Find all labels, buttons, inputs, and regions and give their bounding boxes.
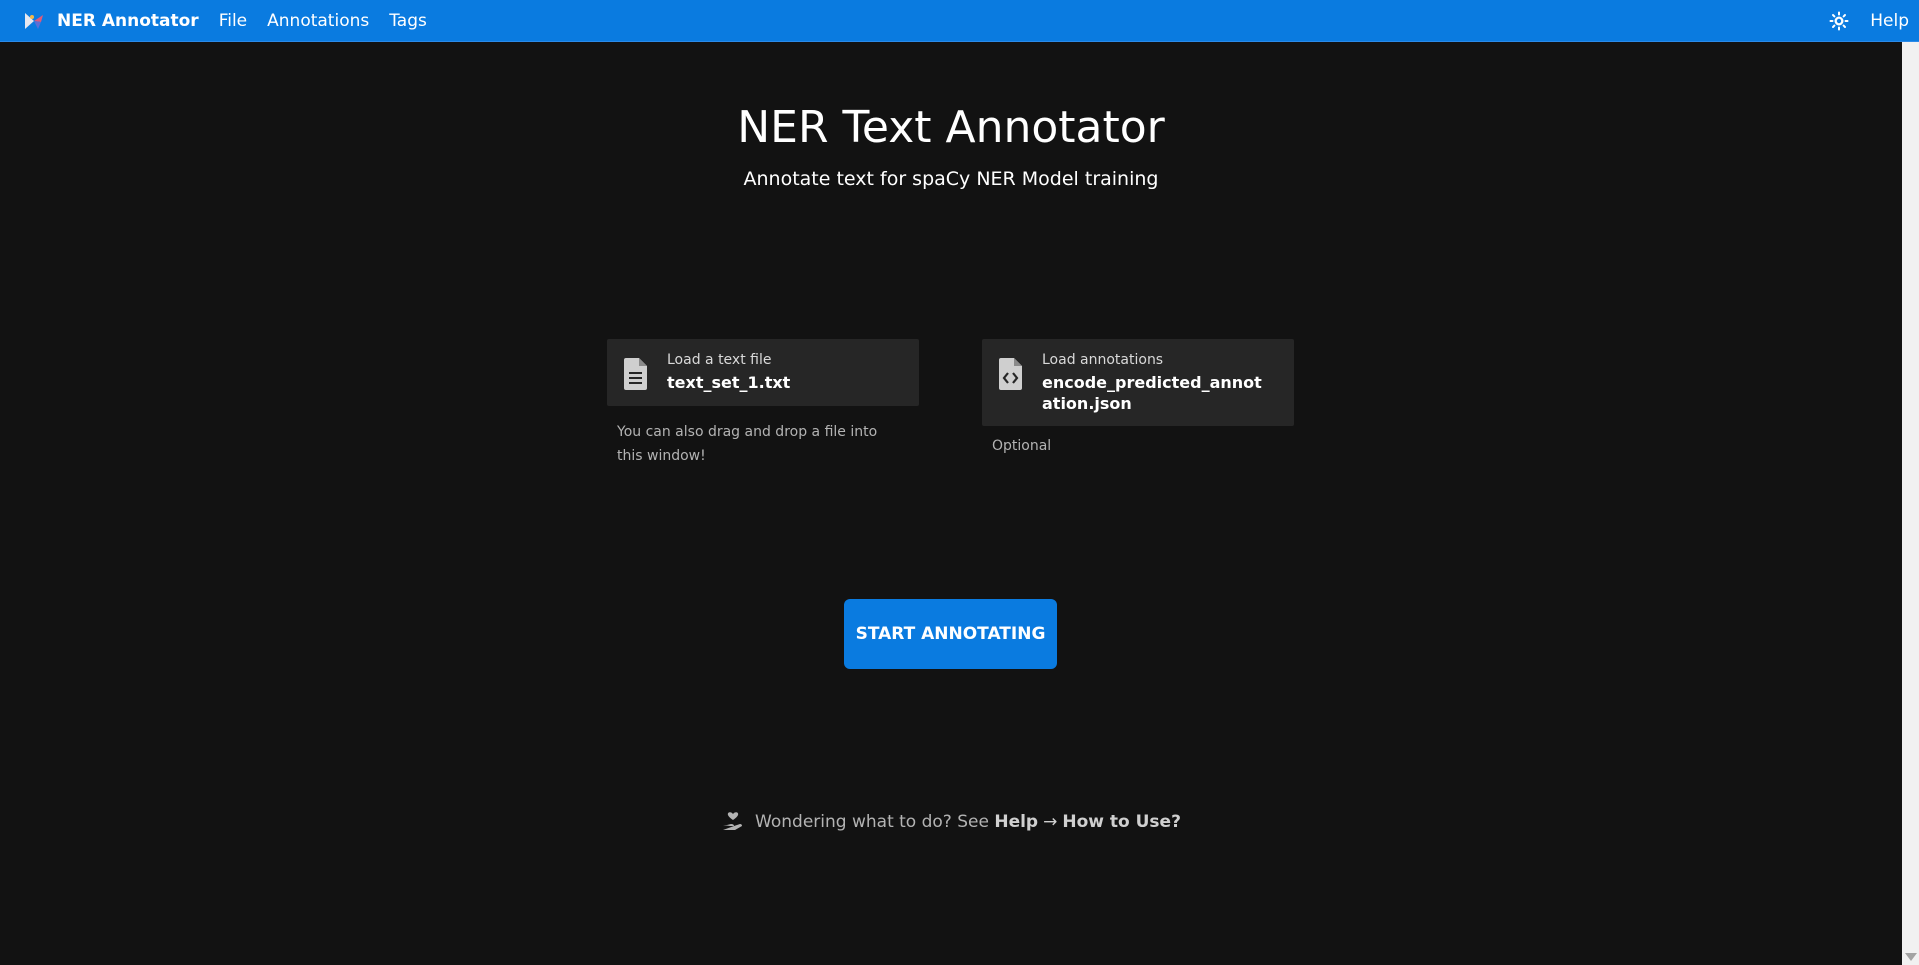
document-icon	[623, 357, 649, 391]
help-hint-text: Wondering what to do? See	[755, 812, 989, 832]
app-brand[interactable]: NER Annotator	[57, 11, 199, 31]
menu-tags[interactable]: Tags	[389, 11, 427, 31]
optional-hint: Optional	[992, 438, 1052, 454]
start-annotating-button[interactable]: START ANNOTATING	[844, 599, 1057, 669]
menu-file[interactable]: File	[219, 11, 247, 31]
load-annotations-button[interactable]: Load annotations encode_predicted_annota…	[982, 339, 1294, 426]
code-file-icon	[998, 357, 1024, 391]
annotations-label: Load annotations	[1042, 352, 1164, 368]
help-hint-help-link[interactable]: Help	[994, 812, 1038, 832]
arrow-right-icon: →	[1043, 812, 1058, 832]
scroll-down-arrow-icon[interactable]	[1905, 953, 1917, 961]
menu-annotations[interactable]: Annotations	[267, 11, 369, 31]
help-menu[interactable]: Help	[1870, 11, 1909, 31]
sun-icon[interactable]	[1828, 10, 1850, 32]
page-title: NER Text Annotator	[737, 102, 1165, 153]
ner-logo-icon[interactable]	[22, 9, 46, 33]
menu-bar: File Annotations Tags	[219, 11, 447, 31]
how-to-use-link[interactable]: How to Use?	[1062, 812, 1181, 832]
top-bar: NER Annotator File Annotations Tags Help	[0, 0, 1919, 42]
text-file-label: Load a text file	[667, 352, 772, 368]
annotations-file-name: encode_predicted_annotation.json	[1042, 373, 1262, 413]
load-text-file-button[interactable]: Load a text file text_set_1.txt	[607, 339, 919, 406]
vertical-scrollbar[interactable]	[1902, 42, 1919, 965]
main-content: NER Text Annotator Annotate text for spa…	[0, 42, 1902, 965]
drag-drop-hint: You can also drag and drop a file into t…	[617, 424, 878, 464]
page-subtitle: Annotate text for spaCy NER Model traini…	[743, 168, 1159, 190]
text-file-name: text_set_1.txt	[667, 373, 791, 392]
help-hint: Wondering what to do? See Help → How to Us…	[0, 811, 1902, 833]
hand-heart-icon	[721, 811, 745, 833]
topbar-actions: Help	[1828, 0, 1919, 42]
